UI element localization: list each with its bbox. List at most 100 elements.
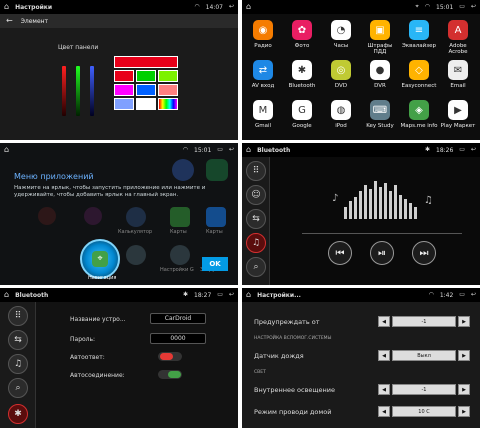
decrease-button[interactable]: ◀ [378, 350, 390, 361]
app-tile[interactable]: ▣ Штрафы ПДД [361, 20, 399, 55]
window-icon[interactable]: ▭ [217, 291, 223, 299]
app-tile[interactable]: ◎ DVD [322, 60, 360, 89]
photo-icon: ✿ [292, 20, 312, 40]
app-tile[interactable]: ◔ Часы [322, 20, 360, 49]
decrease-button[interactable]: ◀ [378, 384, 390, 395]
color-swatch[interactable] [114, 70, 134, 82]
green-slider[interactable] [76, 66, 80, 116]
keypad-button[interactable]: ⠿ [8, 306, 28, 326]
color-swatch[interactable] [136, 84, 156, 96]
transfer-button[interactable]: ⇆ [8, 330, 28, 350]
back-icon[interactable]: ↩ [229, 146, 234, 154]
progress-line[interactable] [302, 233, 462, 234]
app-tile[interactable]: ◉ Радио [244, 20, 282, 49]
app-label: Радио [254, 43, 272, 49]
app-label: DVD [334, 83, 348, 89]
home-icon[interactable]: ⌂ [246, 146, 251, 154]
increase-button[interactable]: ▶ [458, 384, 470, 395]
app-label: DVR [374, 83, 386, 89]
bluetooth-status-icon: ✱ [424, 146, 430, 153]
window-icon[interactable]: ▭ [459, 3, 465, 11]
acrobat-icon: A [448, 20, 468, 40]
color-swatch[interactable] [114, 98, 134, 110]
section-assist: НАСТРОЙКА ВСПОМОГ.СИСТЕМЫ [254, 336, 332, 341]
home-icon[interactable]: ⌂ [4, 291, 9, 299]
app-tile[interactable]: ≡ Эквалайзер [400, 20, 438, 49]
music-button[interactable]: ♫ [8, 354, 28, 374]
dvd-icon: ◎ [331, 60, 351, 80]
app-tile[interactable]: ✿ Фото [283, 20, 321, 49]
home-icon[interactable]: ⌂ [4, 3, 9, 11]
color-swatch[interactable] [136, 70, 156, 82]
increase-button[interactable]: ▶ [458, 350, 470, 361]
search-button[interactable]: ⌕ [246, 257, 266, 277]
decrease-button[interactable]: ◀ [378, 406, 390, 417]
key-study-icon: ⌨ [370, 100, 390, 120]
search-button[interactable]: ⌕ [8, 378, 28, 398]
wifi-icon: ◠ [428, 291, 434, 298]
back-icon[interactable]: ↩ [471, 291, 476, 299]
back-icon[interactable]: ↩ [471, 3, 476, 11]
increase-button[interactable]: ▶ [458, 406, 470, 417]
app-tile[interactable]: M Gmail [244, 100, 282, 129]
bt-settings-button[interactable]: ✱ [8, 404, 28, 424]
home-icon[interactable]: ⌂ [246, 291, 251, 299]
keypad-button[interactable]: ⠿ [246, 161, 266, 181]
blue-slider[interactable] [90, 66, 94, 116]
app-tile[interactable]: ◇ Easyconnect [400, 60, 438, 89]
status-bar: ⌂ Bluetooth ✱ 18:27 ▭ ↩ [0, 288, 238, 302]
color-swatch[interactable] [158, 98, 178, 110]
status-bar: ⌂ Bluetooth ✱ 18:26 ▭ ↩ [242, 143, 480, 157]
back-icon[interactable]: ↩ [229, 3, 234, 11]
interior-light-value: -1 [392, 384, 456, 395]
bg-app-icon [206, 207, 226, 227]
app-tile[interactable]: ◍ iPod [322, 100, 360, 129]
window-icon[interactable]: ▭ [459, 291, 465, 299]
window-icon[interactable]: ▭ [459, 146, 465, 154]
element-title: Элемент [20, 17, 49, 25]
previous-button[interactable]: ⏮ [328, 241, 352, 265]
app-tile[interactable]: ⇄ AV вход [244, 60, 282, 89]
app-tile[interactable]: ✱ Bluetooth [283, 60, 321, 89]
contacts-button[interactable]: ☺ [246, 185, 266, 205]
app-tile[interactable]: G Google [283, 100, 321, 129]
back-arrow-icon[interactable]: ← [6, 17, 13, 25]
window-icon[interactable]: ▭ [217, 146, 223, 154]
transfer-button[interactable]: ⇆ [246, 209, 266, 229]
section-light: СВЕТ [254, 370, 266, 375]
play-pause-button[interactable]: ⏯ [370, 241, 394, 265]
music-button[interactable]: ♫ [246, 233, 266, 253]
auto-connect-toggle[interactable] [158, 370, 182, 379]
decrease-button[interactable]: ◀ [378, 316, 390, 327]
status-bar: ⌂ ◠ 15:01 ▭ ↩ [0, 143, 238, 157]
home-icon[interactable]: ⌂ [4, 146, 9, 154]
back-icon[interactable]: ↩ [229, 291, 234, 299]
auto-answer-toggle[interactable] [158, 352, 182, 361]
app-tile[interactable]: A Adobe Acrobe [439, 20, 477, 55]
home-icon[interactable]: ⌂ [246, 3, 251, 11]
app-tile[interactable]: ✉ Email [439, 60, 477, 89]
increase-button[interactable]: ▶ [458, 316, 470, 327]
panel-color-label: Цвет панели [58, 44, 99, 51]
ok-button[interactable]: OK [202, 257, 228, 271]
red-slider[interactable] [62, 66, 66, 116]
panel-vehicle-settings: ⌂ Настройки... ◠ 1:42 ▭ ↩ Предупреждать … [242, 288, 480, 428]
color-swatch[interactable] [114, 56, 178, 68]
app-tile[interactable]: ▶ Play Маркет [439, 100, 477, 129]
app-tile[interactable]: ● DVR [361, 60, 399, 89]
toggle-knob [160, 353, 173, 360]
password-field[interactable]: 0000 [150, 333, 206, 344]
back-icon[interactable]: ↩ [471, 146, 476, 154]
app-tile[interactable]: ◈ Maps.me info [400, 100, 438, 129]
location-icon: ⌖ [415, 3, 419, 10]
color-swatch[interactable] [114, 84, 134, 96]
device-name-field[interactable]: CarDroid [150, 313, 206, 324]
color-swatch[interactable] [158, 70, 178, 82]
next-button[interactable]: ⏭ [412, 241, 436, 265]
app-tile[interactable]: ⌨ Key Study [361, 100, 399, 129]
color-swatch[interactable] [136, 98, 156, 110]
color-swatch[interactable] [158, 84, 178, 96]
focus-circle[interactable]: ⌖ [80, 239, 120, 279]
bg-app-icon [126, 245, 146, 265]
av-in-icon: ⇄ [253, 60, 273, 80]
